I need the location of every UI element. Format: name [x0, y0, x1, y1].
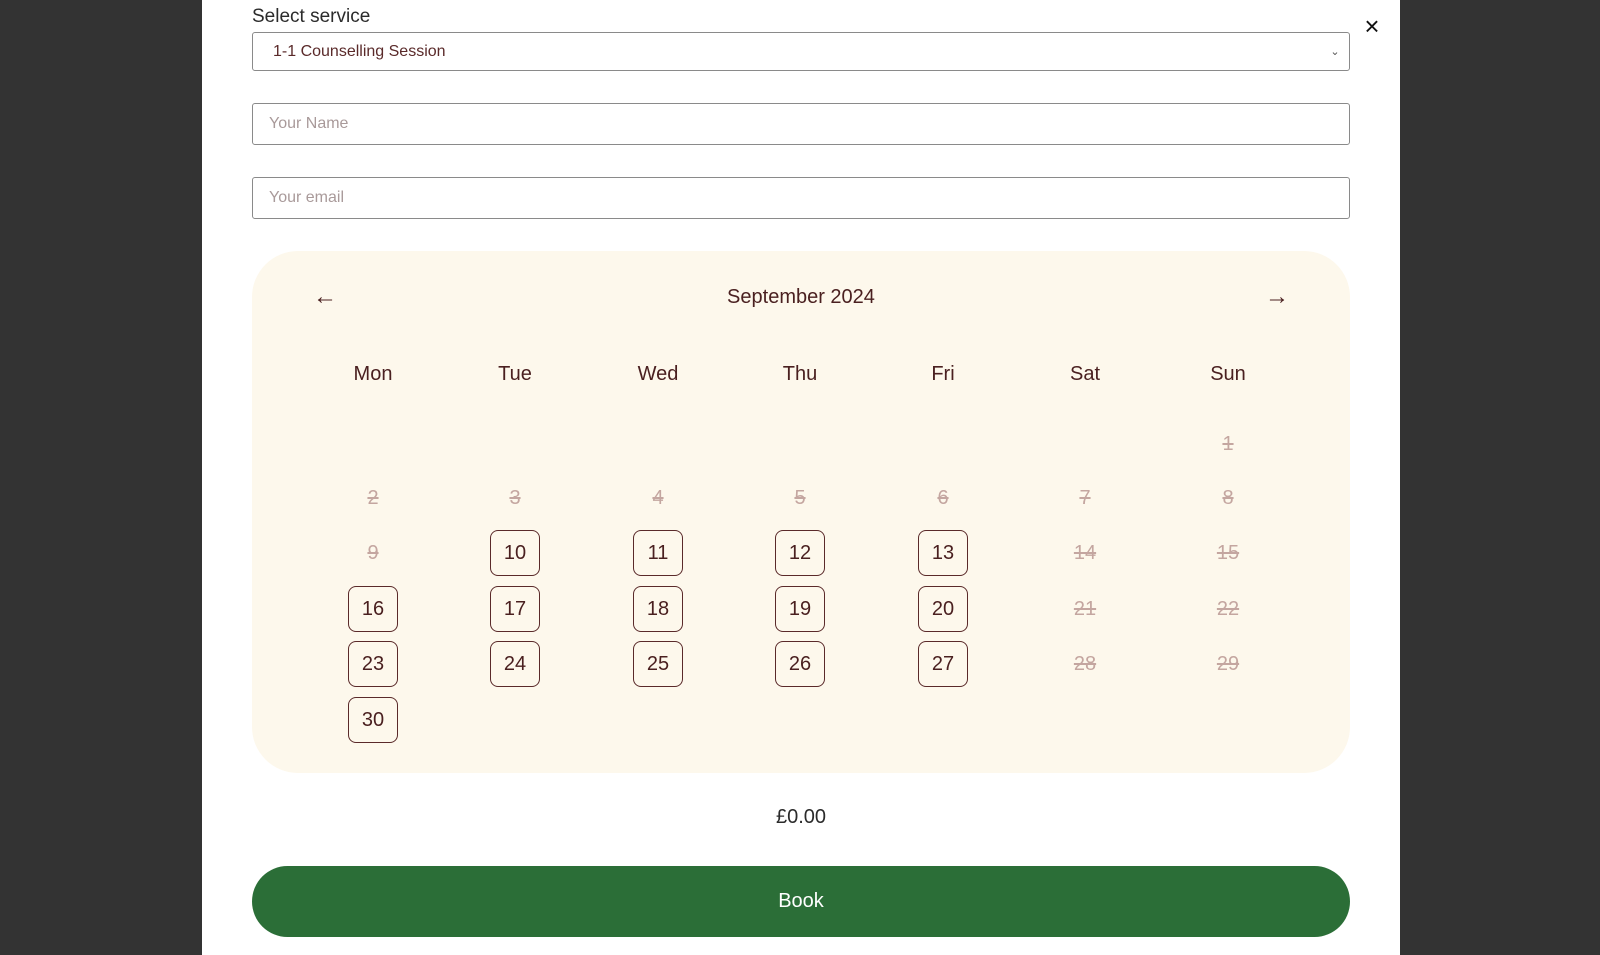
calendar-day-unavailable: 2 [367, 486, 379, 509]
calendar-day-available[interactable]: 25 [633, 641, 683, 687]
service-label: Select service [252, 6, 371, 27]
calendar: ← September 2024 → Mon Tue Wed Thu Fri S… [252, 251, 1350, 773]
calendar-day-available[interactable]: 17 [490, 586, 540, 632]
calendar-day-unavailable: 21 [1073, 597, 1097, 620]
price-total: £0.00 [775, 806, 827, 828]
service-select[interactable]: 1-1 Counselling Session ⌄ [252, 32, 1350, 71]
service-select-value: 1-1 Counselling Session [273, 42, 446, 60]
calendar-day-available[interactable]: 27 [918, 641, 968, 687]
calendar-day-available[interactable]: 12 [775, 530, 825, 576]
calendar-day-unavailable: 5 [794, 486, 806, 509]
calendar-day-unavailable: 8 [1222, 486, 1234, 509]
calendar-day-unavailable: 7 [1079, 486, 1091, 509]
calendar-day-available[interactable]: 24 [490, 641, 540, 687]
email-input[interactable] [252, 177, 1350, 219]
calendar-day-unavailable: 9 [367, 541, 379, 564]
book-button[interactable]: Book [252, 866, 1350, 937]
calendar-day-available[interactable]: 16 [348, 586, 398, 632]
calendar-day-unavailable: 4 [652, 486, 664, 509]
calendar-day-unavailable: 14 [1073, 541, 1097, 564]
name-input[interactable] [252, 103, 1350, 145]
calendar-day-unavailable: 1 [1222, 432, 1234, 455]
calendar-day-unavailable: 22 [1216, 597, 1240, 620]
calendar-day-available[interactable]: 30 [348, 697, 398, 743]
calendar-day-grid: 1 2 3 4 5 6 7 8 9 10 11 12 13 14 15 16 17 18 19 20 21 22 23 24 2… [252, 251, 1350, 773]
calendar-day-available[interactable]: 26 [775, 641, 825, 687]
close-icon[interactable]: × [1360, 10, 1384, 42]
calendar-day-unavailable: 29 [1216, 652, 1240, 675]
calendar-day-available[interactable]: 20 [918, 586, 968, 632]
calendar-day-available[interactable]: 19 [775, 586, 825, 632]
calendar-day-unavailable: 3 [509, 486, 521, 509]
calendar-day-unavailable: 28 [1073, 652, 1097, 675]
chevron-down-icon: ⌄ [1330, 46, 1340, 58]
calendar-day-available[interactable]: 11 [633, 530, 683, 576]
calendar-day-available[interactable]: 18 [633, 586, 683, 632]
calendar-day-available[interactable]: 13 [918, 530, 968, 576]
calendar-day-unavailable: 15 [1216, 541, 1240, 564]
calendar-day-unavailable: 6 [937, 486, 949, 509]
calendar-day-available[interactable]: 10 [490, 530, 540, 576]
calendar-day-available[interactable]: 23 [348, 641, 398, 687]
